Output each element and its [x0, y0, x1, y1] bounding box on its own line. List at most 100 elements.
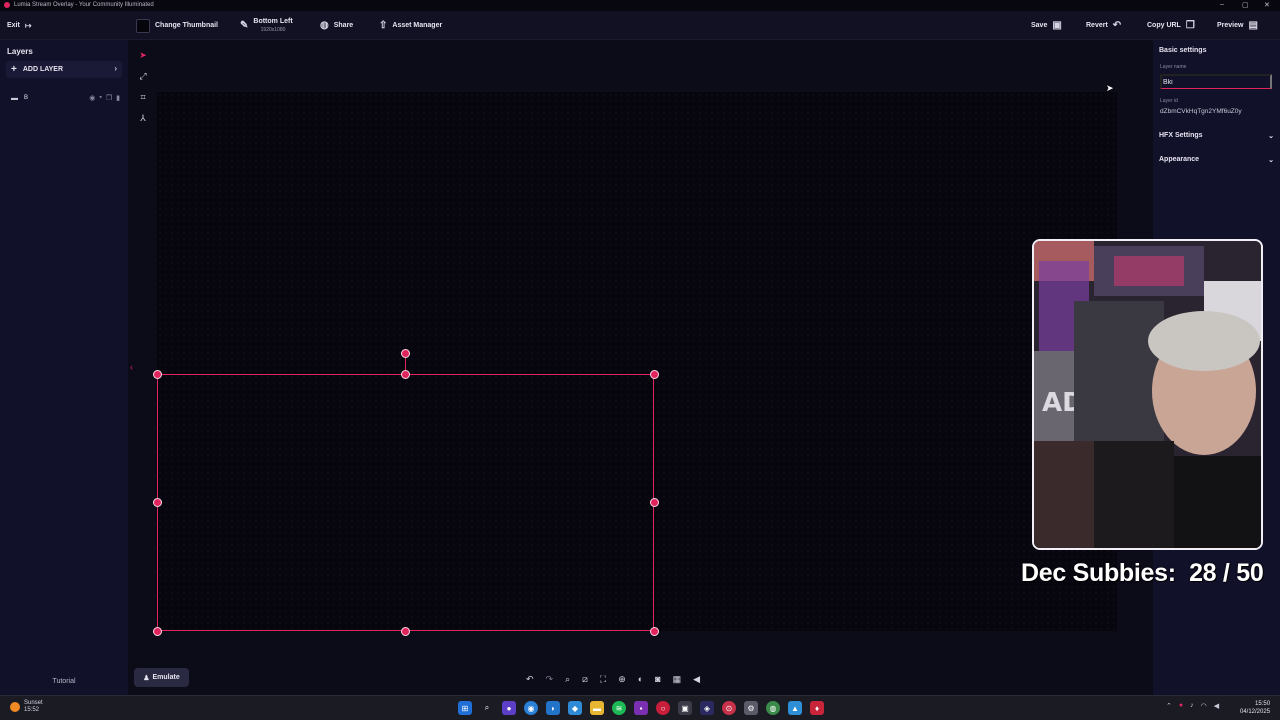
resize-handle-top-right[interactable]: [650, 370, 659, 379]
contrast-icon[interactable]: ◐: [638, 674, 643, 684]
close-window-button[interactable]: ✕: [1264, 1, 1270, 9]
add-layer-label: ADD LAYER: [22, 66, 64, 73]
change-thumbnail-button[interactable]: Change Thumbnail: [136, 11, 218, 40]
resolution-label: 1920x1080: [260, 26, 286, 33]
select-pointer-icon[interactable]: ➤: [133, 46, 153, 64]
camera-icon[interactable]: ◙: [655, 674, 660, 684]
minimize-button[interactable]: –: [1220, 1, 1224, 8]
lumia-tray-icon[interactable]: ●: [1179, 702, 1183, 710]
photos-icon[interactable]: ▲: [788, 701, 802, 715]
save-icon: ▣: [1052, 20, 1062, 31]
zoom-in-icon[interactable]: ⊕: [618, 674, 626, 685]
undo-icon[interactable]: ↶: [526, 674, 534, 685]
edge-icon[interactable]: ◗: [546, 701, 560, 715]
resize-handle-top-left[interactable]: [153, 370, 162, 379]
maximize-button[interactable]: ▢: [1242, 1, 1249, 9]
volume-icon[interactable]: ◀: [693, 674, 700, 685]
selection-box[interactable]: [157, 374, 654, 631]
appearance-section[interactable]: Appearance ⌄: [1159, 156, 1274, 164]
spotify-icon[interactable]: ≋: [612, 701, 626, 715]
stream-app-icon[interactable]: ▪: [634, 701, 648, 715]
resize-handle-top[interactable]: [401, 370, 410, 379]
app-icon-2[interactable]: ◈: [700, 701, 714, 715]
grid-icon[interactable]: ▦: [673, 674, 682, 685]
opera-icon[interactable]: ○: [656, 701, 670, 715]
file-explorer-icon[interactable]: ▬: [590, 701, 604, 715]
visibility-eye-icon[interactable]: ◉: [89, 94, 95, 102]
share-button[interactable]: ◍ Share: [320, 11, 353, 40]
app-icon-3[interactable]: ⊙: [722, 701, 736, 715]
obs-icon[interactable]: ▣: [678, 701, 692, 715]
layer-type-icon: ▬: [11, 94, 18, 102]
preview-button[interactable]: Preview ▤: [1217, 11, 1258, 40]
revert-label: Revert: [1086, 22, 1108, 29]
save-button[interactable]: Save ▣: [1031, 11, 1062, 40]
rotation-handle[interactable]: [401, 349, 410, 358]
window-title: Lumia Stream Overlay - Your Community Il…: [14, 2, 154, 8]
duplicate-icon[interactable]: ❐: [106, 94, 112, 102]
lumia-icon[interactable]: ♦: [810, 701, 824, 715]
search-icon[interactable]: ⌕: [480, 701, 494, 715]
weather-widget[interactable]: Sunset 15:52: [10, 700, 43, 714]
resize-handle-bottom-left[interactable]: [153, 627, 162, 636]
system-tray: ⌃ ● ♪ ◠ ◀: [1166, 702, 1219, 710]
clock-time: 15:50: [1255, 701, 1271, 707]
resize-handle-bottom[interactable]: [401, 627, 410, 636]
emulate-label: Emulate: [152, 674, 180, 681]
zoom-search-icon[interactable]: ⌕: [565, 674, 570, 685]
weather-time: 15:52: [24, 707, 40, 713]
tutorial-link[interactable]: Tutorial: [0, 678, 128, 685]
emulate-button[interactable]: ♟ Emulate: [134, 668, 189, 687]
exit-icon: ↦: [24, 21, 32, 30]
add-layer-button[interactable]: + ADD LAYER ›: [6, 61, 122, 78]
resize-handle-left[interactable]: [153, 498, 162, 507]
resize-arrows-icon[interactable]: ⤢: [133, 67, 153, 85]
chevron-down-icon: ⌄: [1268, 133, 1274, 140]
settings-gear-icon[interactable]: ⚙: [744, 701, 758, 715]
resize-handle-bottom-right[interactable]: [650, 627, 659, 636]
start-windows-icon[interactable]: ⊞: [458, 701, 472, 715]
volume-icon[interactable]: ◀: [1214, 702, 1219, 710]
position-button[interactable]: ✎ Bottom Left 1920x1080: [240, 11, 293, 40]
tool-column: ➤ ⤢ ⌗ ⅄: [133, 46, 153, 131]
basic-settings-title: Basic settings: [1159, 47, 1207, 54]
layer-id-label: Layer id: [1160, 98, 1178, 104]
mic-icon[interactable]: ♪: [1190, 702, 1194, 710]
change-thumbnail-label: Change Thumbnail: [155, 22, 218, 29]
wifi-icon[interactable]: ◠: [1201, 702, 1207, 710]
layer-name-label: Layer name: [1160, 64, 1187, 70]
discord-icon[interactable]: ●: [502, 701, 516, 715]
asset-manager-button[interactable]: ⇧ Asset Manager: [379, 11, 442, 40]
revert-button[interactable]: Revert ↶: [1086, 11, 1121, 40]
sunset-icon: [10, 702, 20, 712]
collapse-panel-chevron-icon[interactable]: ‹: [130, 362, 133, 372]
globe-icon: ◍: [320, 20, 329, 31]
anchor-icon[interactable]: ⅄: [133, 109, 153, 127]
chevron-up-icon[interactable]: ⌃: [1166, 702, 1172, 710]
clock-date: 04/12/2025: [1240, 709, 1271, 715]
hfx-settings-section[interactable]: HFX Settings ⌄: [1159, 132, 1274, 140]
app-icon[interactable]: ◆: [568, 701, 582, 715]
lock-icon[interactable]: ▪: [99, 94, 101, 102]
layer-name-field[interactable]: [1160, 74, 1272, 89]
resize-handle-right[interactable]: [650, 498, 659, 507]
appearance-label: Appearance: [1159, 156, 1200, 163]
fit-screen-icon[interactable]: ⧄: [582, 674, 588, 685]
trash-icon[interactable]: ▮: [116, 94, 120, 102]
redo-icon[interactable]: ↷: [546, 674, 554, 685]
upload-icon: ⇧: [379, 20, 388, 31]
weather-label: Sunset: [24, 700, 43, 706]
taskbar-clock[interactable]: 15:50 04/12/2025: [1240, 700, 1270, 716]
fullscreen-icon[interactable]: ⛶: [600, 674, 606, 685]
chrome-icon[interactable]: ◉: [524, 701, 538, 715]
chevron-right-icon: ›: [114, 64, 117, 73]
undo-icon: ↶: [1112, 20, 1122, 31]
layer-list-item[interactable]: ▬ B ◉ ▪ ❐ ▮: [6, 90, 122, 106]
copy-url-button[interactable]: Copy URL ❐: [1147, 11, 1195, 40]
crop-icon[interactable]: ⌗: [133, 88, 153, 106]
exit-button[interactable]: Exit ↦: [7, 11, 32, 40]
chrome-canary-icon[interactable]: ◍: [766, 701, 780, 715]
subscriber-goal-text: Dec Subbies: 28 / 50: [1021, 559, 1264, 587]
webcam-feed: AD: [1032, 239, 1263, 550]
canvas-toolbar: ↶ ↷ ⌕ ⧄ ⛶ ⊕ ◐ ◙ ▦ ◀: [520, 669, 765, 689]
